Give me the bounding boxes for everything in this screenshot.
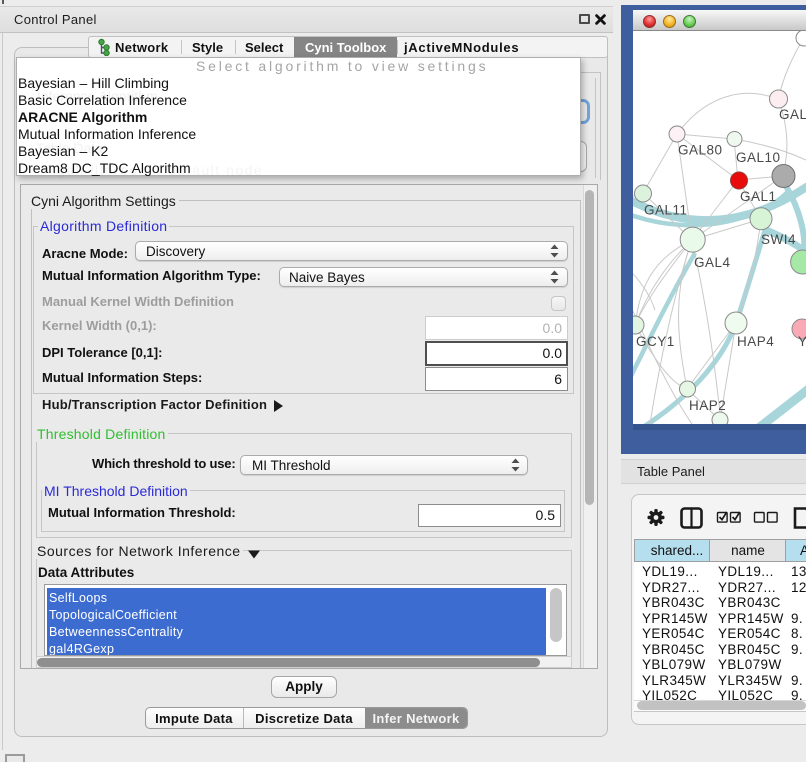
svg-text:HAP4: HAP4 xyxy=(737,334,774,349)
svg-text:GAL7: GAL7 xyxy=(779,107,806,122)
svg-text:GAL80: GAL80 xyxy=(678,143,723,158)
svg-text:GAL10: GAL10 xyxy=(736,150,781,165)
svg-text:HAP2: HAP2 xyxy=(689,398,726,413)
svg-text:GAL1: GAL1 xyxy=(740,189,777,204)
svg-text:SWI4: SWI4 xyxy=(761,232,796,247)
svg-text:YB: YB xyxy=(798,334,806,349)
svg-text:GAL4: GAL4 xyxy=(694,255,731,270)
svg-text:GAL11: GAL11 xyxy=(644,203,688,218)
svg-text:GCY1: GCY1 xyxy=(636,334,675,349)
